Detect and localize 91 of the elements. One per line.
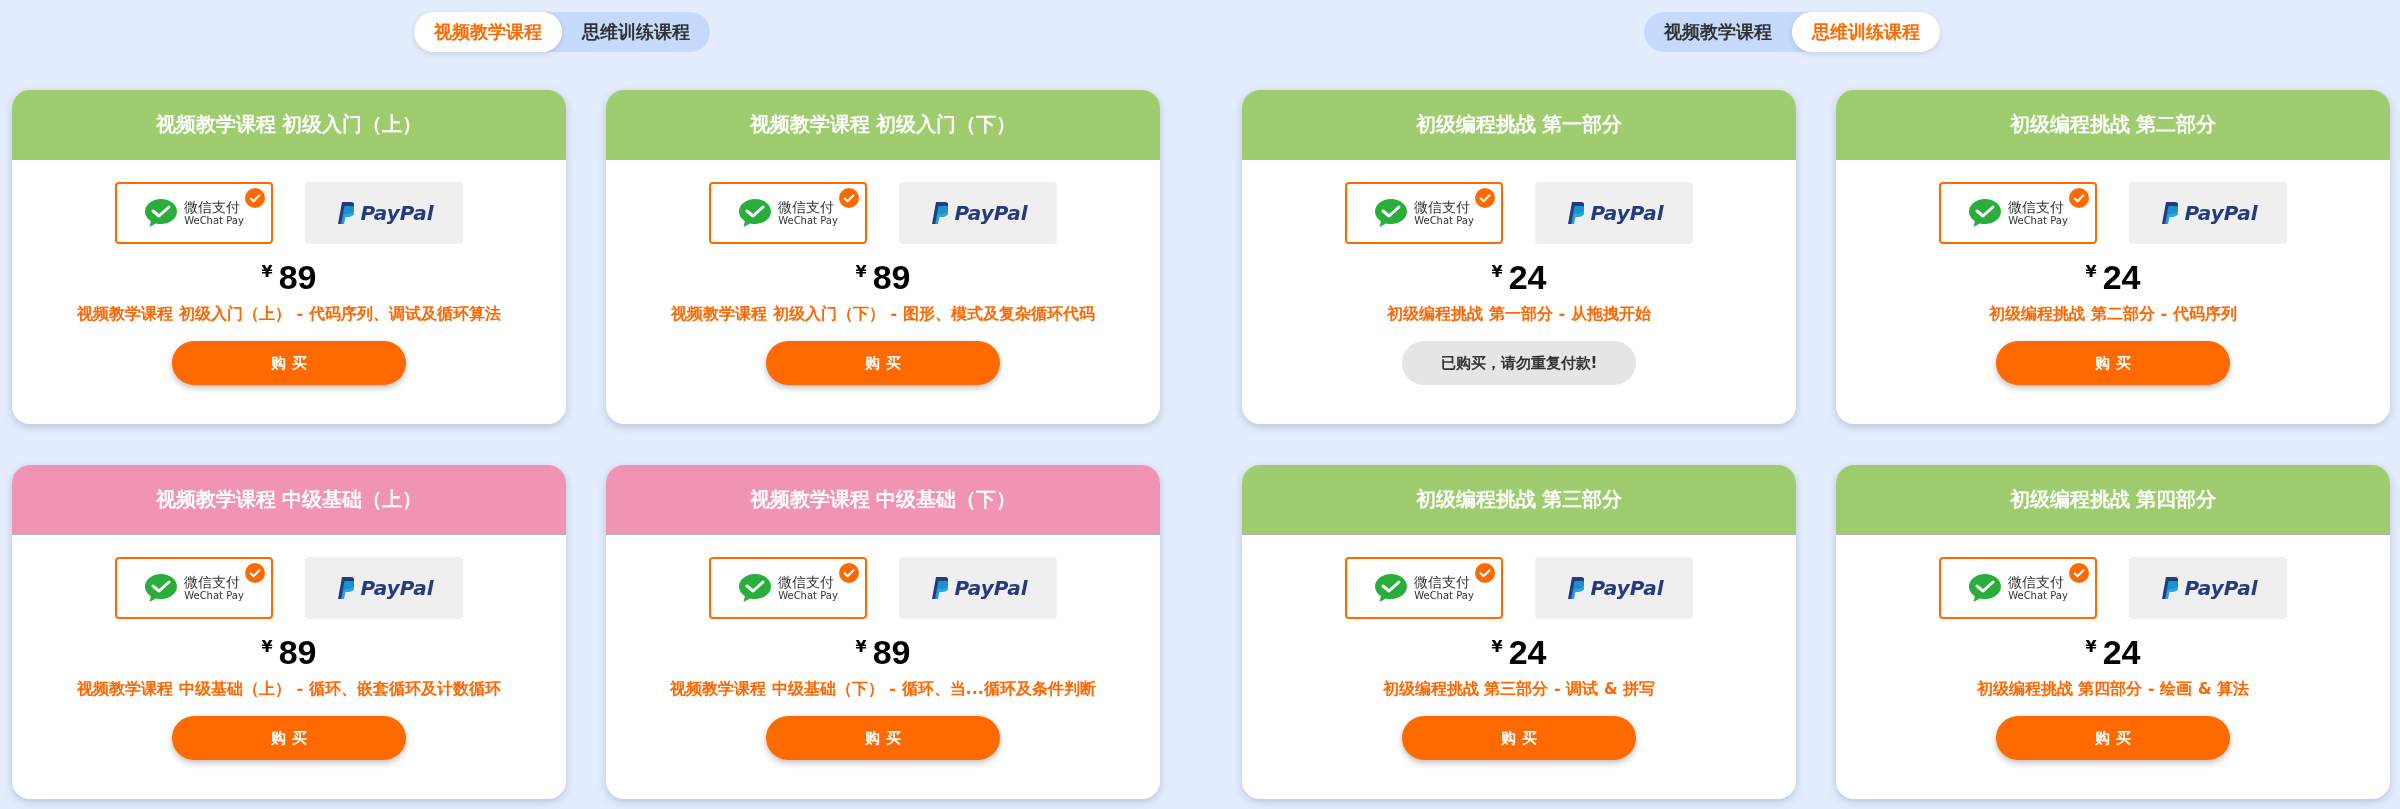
payment-label: PayPal bbox=[1590, 576, 1664, 600]
payment-option[interactable]: 微信支付 WeChat Pay bbox=[115, 182, 273, 244]
check-icon bbox=[839, 563, 859, 583]
check-icon bbox=[2069, 563, 2089, 583]
currency-sign: ¥ bbox=[1491, 637, 1503, 656]
payment-label: PayPal bbox=[954, 576, 1028, 600]
tab[interactable]: 思维训练课程 bbox=[562, 12, 710, 52]
card-title: 视频教学课程 中级基础（上） bbox=[155, 486, 423, 513]
currency-sign: ¥ bbox=[1491, 262, 1503, 281]
payment-option[interactable]: PayPal bbox=[1535, 557, 1693, 619]
payment-option[interactable]: PayPal bbox=[899, 557, 1057, 619]
payment-option[interactable]: 微信支付 WeChat Pay bbox=[1345, 557, 1503, 619]
payment-label: WeChat Pay bbox=[2008, 590, 2068, 602]
payment-label: PayPal bbox=[2184, 201, 2258, 225]
payment-option[interactable]: PayPal bbox=[2129, 182, 2287, 244]
payment-option[interactable]: 微信支付 WeChat Pay bbox=[1939, 182, 2097, 244]
wechat-icon bbox=[1374, 573, 1409, 603]
price: 24 bbox=[1508, 258, 1547, 296]
price: 89 bbox=[278, 258, 317, 296]
wechat-icon bbox=[738, 573, 773, 603]
payment-label: 微信支付 bbox=[184, 574, 242, 591]
price: 89 bbox=[872, 258, 911, 296]
price: 89 bbox=[872, 633, 911, 671]
check-icon bbox=[1475, 188, 1495, 208]
card-title: 视频教学课程 中级基础（下） bbox=[749, 486, 1017, 513]
card-title: 初级编程挑战 第四部分 bbox=[2009, 486, 2217, 513]
card-title: 初级编程挑战 第一部分 bbox=[1415, 111, 1623, 138]
price: 89 bbox=[278, 633, 317, 671]
payment-label: 微信支付 bbox=[1414, 574, 1472, 591]
payment-label: 微信支付 bbox=[778, 574, 836, 591]
payment-label: WeChat Pay bbox=[1414, 590, 1474, 602]
payment-label: WeChat Pay bbox=[2008, 215, 2068, 227]
wechat-icon bbox=[144, 573, 179, 603]
payment-option[interactable]: 微信支付 WeChat Pay bbox=[1939, 557, 2097, 619]
currency-sign: ¥ bbox=[2085, 637, 2097, 656]
card-title: 视频教学课程 初级入门（上） bbox=[155, 111, 423, 138]
card-title: 视频教学课程 初级入门（下） bbox=[749, 111, 1017, 138]
payment-option[interactable]: 微信支付 WeChat Pay bbox=[709, 182, 867, 244]
check-icon bbox=[2069, 188, 2089, 208]
price: 24 bbox=[1508, 633, 1547, 671]
payment-option[interactable]: PayPal bbox=[305, 557, 463, 619]
check-icon bbox=[839, 188, 859, 208]
check-icon bbox=[245, 188, 265, 208]
payment-label: PayPal bbox=[2184, 576, 2258, 600]
wechat-icon bbox=[1374, 198, 1409, 228]
check-icon bbox=[1475, 563, 1495, 583]
currency-sign: ¥ bbox=[261, 637, 273, 656]
payment-label: PayPal bbox=[360, 576, 434, 600]
payment-label: PayPal bbox=[360, 201, 434, 225]
payment-label: 微信支付 bbox=[778, 199, 836, 216]
payment-label: WeChat Pay bbox=[1414, 215, 1474, 227]
course-description: 视频教学课程 中级基础（下） - 循环、当...循环及条件判断 bbox=[670, 679, 1096, 700]
payment-option[interactable]: 微信支付 WeChat Pay bbox=[1345, 182, 1503, 244]
price: 24 bbox=[2102, 258, 2141, 296]
currency-sign: ¥ bbox=[855, 637, 867, 656]
course-description: 视频教学课程 初级入门（下） - 图形、模式及复杂循环代码 bbox=[671, 304, 1095, 325]
course-description: 初级编程挑战 第二部分 - 代码序列 bbox=[1989, 304, 2237, 325]
payment-label: 微信支付 bbox=[1414, 199, 1472, 216]
payment-option[interactable]: 微信支付 WeChat Pay bbox=[709, 557, 867, 619]
currency-sign: ¥ bbox=[261, 262, 273, 281]
wechat-icon bbox=[144, 198, 179, 228]
course-description: 初级编程挑战 第四部分 - 绘画 & 算法 bbox=[1976, 679, 2250, 700]
card-title: 初级编程挑战 第三部分 bbox=[1415, 486, 1623, 513]
course-description: 视频教学课程 中级基础（上） - 循环、嵌套循环及计数循环 bbox=[77, 679, 501, 700]
purchased-button[interactable]: 已购买，请勿重复付款! bbox=[1402, 341, 1636, 385]
card-title: 初级编程挑战 第二部分 bbox=[2009, 111, 2217, 138]
payment-label: WeChat Pay bbox=[778, 590, 838, 602]
currency-sign: ¥ bbox=[855, 262, 867, 281]
payment-option[interactable]: PayPal bbox=[305, 182, 463, 244]
payment-label: WeChat Pay bbox=[184, 590, 244, 602]
wechat-icon bbox=[738, 198, 773, 228]
course-description: 初级编程挑战 第一部分 - 从拖拽开始 bbox=[1387, 304, 1651, 325]
currency-sign: ¥ bbox=[2085, 262, 2097, 281]
payment-label: 微信支付 bbox=[2008, 199, 2066, 216]
payment-label: WeChat Pay bbox=[778, 215, 838, 227]
payment-option[interactable]: PayPal bbox=[1535, 182, 1693, 244]
wechat-icon bbox=[1968, 573, 2003, 603]
payment-label: 微信支付 bbox=[2008, 574, 2066, 591]
course-description: 视频教学课程 初级入门（上） - 代码序列、调试及循环算法 bbox=[77, 304, 501, 325]
course-description: 初级编程挑战 第三部分 - 调试 & 拼写 bbox=[1382, 679, 1656, 700]
wechat-icon bbox=[1968, 198, 2003, 228]
payment-option[interactable]: PayPal bbox=[2129, 557, 2287, 619]
payment-option[interactable]: 微信支付 WeChat Pay bbox=[115, 557, 273, 619]
payment-label: PayPal bbox=[1590, 201, 1664, 225]
payment-label: PayPal bbox=[954, 201, 1028, 225]
payment-label: 微信支付 bbox=[184, 199, 242, 216]
check-icon bbox=[245, 563, 265, 583]
tab[interactable]: 视频教学课程 bbox=[1644, 12, 1792, 52]
price: 24 bbox=[2102, 633, 2141, 671]
payment-option[interactable]: PayPal bbox=[899, 182, 1057, 244]
payment-label: WeChat Pay bbox=[184, 215, 244, 227]
